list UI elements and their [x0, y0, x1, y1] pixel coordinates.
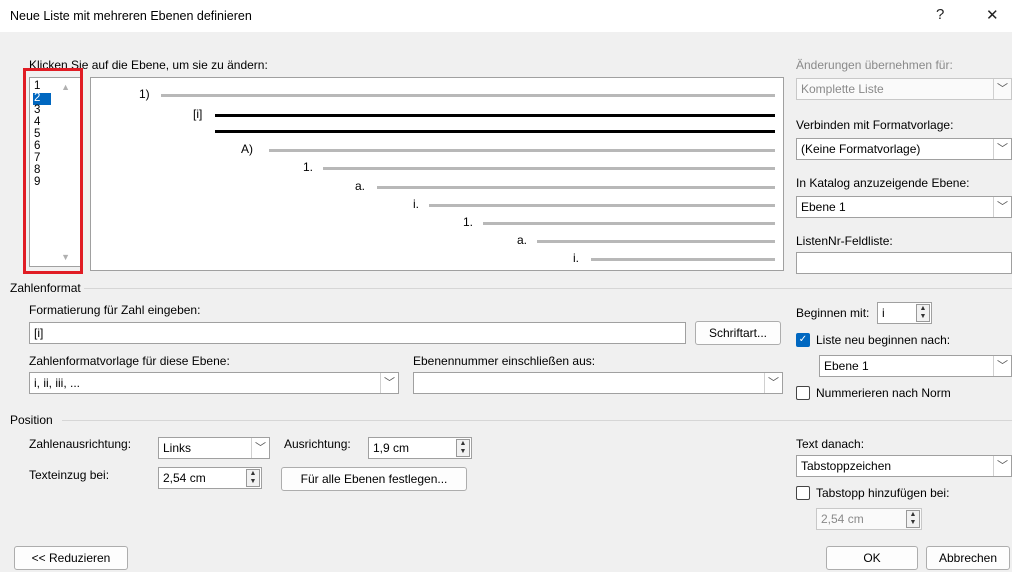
legal-numbering-checkbox[interactable] — [796, 386, 810, 400]
link-style-value: (Keine Formatvorlage) — [801, 142, 921, 156]
preview-line — [591, 258, 775, 261]
preview-number: 1. — [303, 160, 314, 174]
include-level-select[interactable]: ﹀ — [413, 372, 783, 394]
legal-numbering-label: Nummerieren nach Norm — [816, 386, 951, 400]
follow-number-select[interactable]: Tabstoppzeichen ﹀ — [796, 455, 1012, 477]
restart-level-select[interactable]: Ebene 1 ﹀ — [819, 355, 1012, 377]
aligned-at-spinner[interactable]: 1,9 cm ▲ ▼ — [368, 437, 472, 459]
cancel-button[interactable]: Abbrechen — [926, 546, 1010, 570]
apply-to-select: Komplette Liste ﹀ — [796, 78, 1012, 100]
preview-line-selected — [215, 114, 775, 117]
enter-format-label: Formatierung für Zahl eingeben: — [29, 303, 201, 317]
preview-line — [537, 240, 775, 243]
preview-number: 1. — [463, 215, 474, 229]
start-at-label: Beginnen mit: — [796, 306, 870, 320]
preview-number: A) — [241, 142, 253, 156]
chevron-down-icon[interactable]: ﹀ — [993, 197, 1011, 217]
start-at-spinner[interactable]: i ▲ ▼ — [877, 302, 932, 324]
chevron-down-icon[interactable]: ﹀ — [764, 373, 782, 393]
less-button[interactable]: << Reduzieren — [14, 546, 128, 570]
preview-line — [429, 204, 775, 207]
include-level-label: Ebenennummer einschließen aus: — [413, 354, 596, 368]
add-tab-label: Tabstopp hinzufügen bei: — [816, 486, 950, 500]
add-tab-spinner: 2,54 cm ▲ ▼ — [816, 508, 922, 530]
gallery-level-select[interactable]: Ebene 1 ﹀ — [796, 196, 1012, 218]
aligned-at-value: 1,9 cm — [373, 441, 410, 455]
spinner-arrows-icon: ▲ ▼ — [906, 510, 920, 528]
listnum-label: ListenNr-Feldliste: — [796, 234, 893, 248]
apply-to-value: Komplette Liste — [801, 82, 884, 96]
chevron-down-icon[interactable]: ﹀ — [251, 438, 269, 458]
close-button[interactable]: ✕ — [986, 6, 999, 24]
link-style-label: Verbinden mit Formatvorlage: — [796, 118, 954, 132]
preview-number: i. — [413, 197, 419, 211]
chevron-down-icon[interactable]: ﹀ — [380, 373, 398, 393]
preview-line — [377, 186, 775, 189]
alignment-select[interactable]: Links ﹀ — [158, 437, 270, 459]
text-indent-label: Texteinzug bei: — [29, 468, 110, 482]
start-at-value: i — [882, 306, 885, 320]
alignment-label: Zahlenausrichtung: — [29, 437, 132, 451]
number-style-select[interactable]: i, ii, iii, ... ﹀ — [29, 372, 399, 394]
preview-number: a. — [355, 179, 366, 193]
dialog-title: Neue Liste mit mehreren Ebenen definiere… — [10, 9, 252, 23]
restart-level-value: Ebene 1 — [824, 359, 869, 373]
preview-number: a. — [517, 233, 528, 247]
number-style-label: Zahlenformatvorlage für diese Ebene: — [29, 354, 230, 368]
gallery-level-value: Ebene 1 — [801, 200, 846, 214]
spinner-arrows-icon[interactable]: ▲ ▼ — [246, 469, 260, 487]
chevron-down-icon: ﹀ — [993, 79, 1011, 99]
set-for-all-levels-button[interactable]: Für alle Ebenen festlegen... — [281, 467, 467, 491]
preview-number: 1) — [139, 87, 150, 101]
preview-line — [269, 149, 775, 152]
number-format-input[interactable]: [i] — [29, 322, 686, 344]
list-preview: 1) [i] A) 1. a. i. 1. a. i. — [90, 77, 784, 271]
preview-line — [161, 94, 775, 97]
add-tab-value: 2,54 cm — [821, 512, 864, 526]
follow-number-label: Text danach: — [796, 437, 865, 451]
preview-line-selected — [215, 130, 775, 133]
number-style-value: i, ii, iii, ... — [34, 376, 81, 390]
group-divider — [62, 420, 1012, 421]
chevron-down-icon[interactable]: ﹀ — [993, 356, 1011, 376]
alignment-value: Links — [163, 441, 192, 455]
preview-number: i. — [573, 251, 579, 265]
text-indent-value: 2,54 cm — [163, 471, 206, 485]
chevron-down-icon[interactable]: ﹀ — [993, 456, 1011, 476]
apply-to-label: Änderungen übernehmen für: — [796, 58, 953, 72]
position-group-label: Position — [10, 413, 53, 427]
preview-line — [483, 222, 775, 225]
font-button[interactable]: Schriftart... — [695, 321, 781, 345]
help-button[interactable]: ? — [936, 6, 944, 23]
listnum-input[interactable] — [796, 252, 1012, 274]
add-tab-checkbox[interactable] — [796, 486, 810, 500]
spinner-arrows-icon[interactable]: ▲ ▼ — [916, 304, 930, 322]
chevron-down-icon[interactable]: ﹀ — [993, 139, 1011, 159]
number-format-group-label: Zahlenformat — [10, 281, 81, 295]
aligned-at-label: Ausrichtung: — [284, 437, 351, 451]
restart-checkbox[interactable]: ✓ — [796, 333, 810, 347]
spinner-arrows-icon[interactable]: ▲ ▼ — [456, 439, 470, 457]
preview-number: [i] — [193, 107, 203, 121]
ok-button[interactable]: OK — [826, 546, 918, 570]
follow-number-value: Tabstoppzeichen — [801, 459, 892, 473]
gallery-level-label: In Katalog anzuzeigende Ebene: — [796, 176, 970, 190]
preview-line — [323, 167, 775, 170]
text-indent-spinner[interactable]: 2,54 cm ▲ ▼ — [158, 467, 262, 489]
restart-label: Liste neu beginnen nach: — [816, 333, 951, 347]
group-divider — [84, 288, 1012, 289]
link-style-select[interactable]: (Keine Formatvorlage) ﹀ — [796, 138, 1012, 160]
highlight-box — [23, 68, 83, 274]
